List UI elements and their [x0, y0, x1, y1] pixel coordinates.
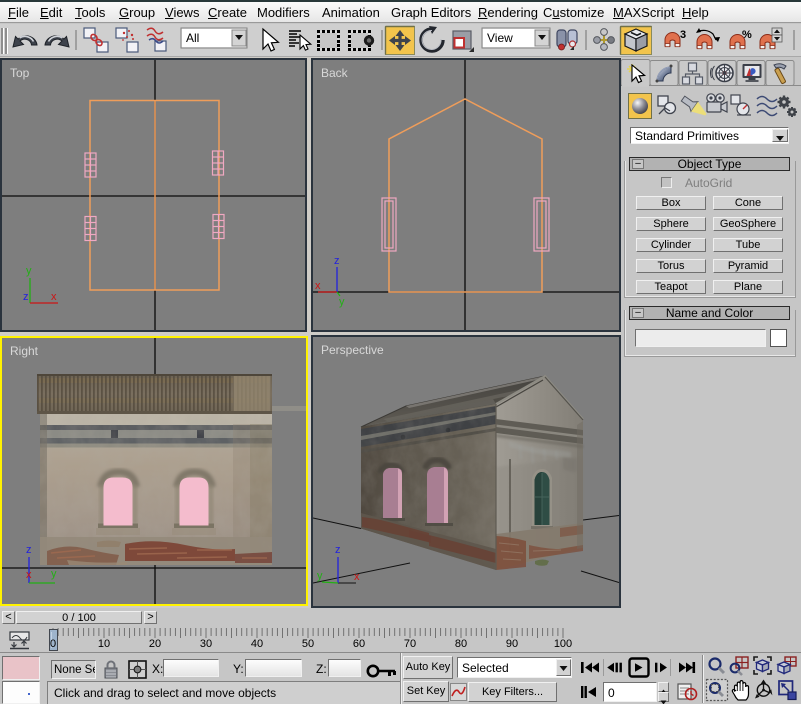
- svg-text:All: All: [186, 31, 199, 45]
- svg-text:30: 30: [200, 638, 212, 650]
- svg-text:z: z: [335, 544, 341, 556]
- svg-text:z: z: [23, 291, 29, 303]
- svg-text:40: 40: [251, 638, 263, 650]
- svg-text:y: y: [51, 568, 57, 580]
- svg-text:60: 60: [353, 638, 365, 650]
- svg-text:%: %: [742, 29, 752, 41]
- svg-text:x: x: [354, 571, 360, 583]
- svg-text:x: x: [51, 291, 57, 303]
- svg-text:100: 100: [554, 638, 572, 650]
- svg-text:x: x: [315, 280, 321, 292]
- svg-text:90: 90: [506, 638, 518, 650]
- svg-text:View: View: [487, 31, 513, 45]
- svg-text:10: 10: [98, 638, 110, 650]
- svg-text:z: z: [334, 255, 340, 267]
- svg-text:50: 50: [302, 638, 314, 650]
- svg-text:y: y: [339, 296, 345, 308]
- svg-text:70: 70: [404, 638, 416, 650]
- svg-text:z: z: [26, 544, 32, 556]
- svg-text:Back: Back: [321, 66, 349, 80]
- svg-text:3: 3: [680, 29, 686, 41]
- svg-text:Right: Right: [10, 344, 39, 358]
- svg-text:80: 80: [455, 638, 467, 650]
- svg-text:20: 20: [149, 638, 161, 650]
- svg-text:y: y: [26, 265, 32, 277]
- svg-text:Top: Top: [10, 66, 30, 80]
- svg-text:y: y: [317, 570, 323, 582]
- svg-text:Perspective: Perspective: [321, 343, 384, 357]
- svg-text:0: 0: [50, 638, 56, 650]
- svg-text:x: x: [26, 569, 32, 581]
